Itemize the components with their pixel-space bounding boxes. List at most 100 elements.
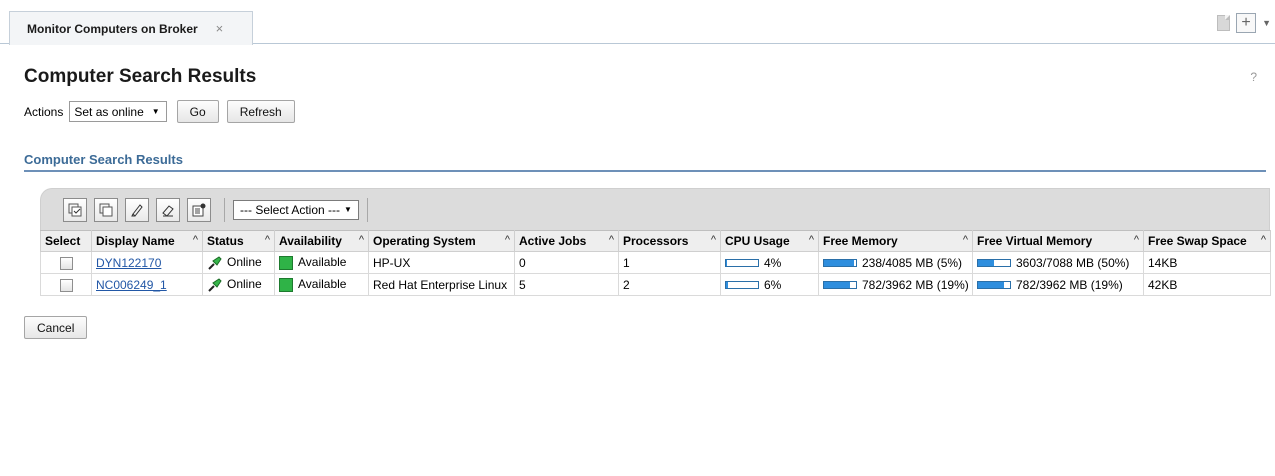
column-header-operating-system[interactable]: Operating System ^ (368, 230, 515, 252)
tab-bar: Monitor Computers on Broker × + ▼ (0, 0, 1275, 45)
sort-icon[interactable]: ^ (1261, 234, 1266, 246)
processors-cell: 1 (618, 251, 721, 274)
table-row: NC006249_1 Online Available Red Hat Ente… (40, 273, 1271, 296)
table-row: DYN122170 Online Available HP-UX 0 1 4% … (40, 251, 1271, 274)
column-header-processors[interactable]: Processors ^ (618, 230, 721, 252)
bar-fill (978, 260, 994, 267)
free-virtual-memory-bar (977, 259, 1011, 268)
select-action-dropdown[interactable]: --- Select Action --- ▼ (233, 199, 359, 220)
available-icon (279, 277, 293, 292)
free-memory-bar (823, 281, 857, 290)
bar-fill (726, 282, 728, 289)
free-virtual-memory-cell: 782/3962 MB (19%) (972, 273, 1144, 296)
go-button[interactable]: Go (176, 100, 219, 123)
column-header-label: Operating System (373, 234, 476, 248)
column-header-label: Availability (279, 234, 342, 248)
cpu-usage-cell: 4% (720, 251, 819, 274)
row-checkbox[interactable] (59, 256, 73, 270)
sort-icon[interactable]: ^ (963, 234, 968, 246)
sort-icon[interactable]: ^ (609, 234, 614, 246)
refresh-button[interactable]: Refresh (226, 100, 295, 123)
plug-icon (208, 255, 222, 270)
free-swap-cell: 42KB (1143, 273, 1271, 296)
available-icon (279, 255, 293, 270)
free-virtual-memory-text: 3603/7088 MB (50%) (1016, 255, 1130, 270)
bar-fill (978, 282, 1004, 289)
chevron-down-icon: ▼ (344, 205, 352, 214)
toolbar-divider (366, 197, 368, 222)
table-toolbar: --- Select Action --- ▼ (40, 188, 1270, 230)
sort-icon[interactable]: ^ (809, 234, 814, 246)
column-header-active-jobs[interactable]: Active Jobs ^ (514, 230, 619, 252)
chevron-down-icon: ▼ (151, 107, 160, 116)
column-header-label: Display Name (96, 234, 175, 248)
edit-icon[interactable] (125, 197, 149, 222)
computer-link[interactable]: DYN122170 (96, 256, 161, 270)
column-header-display-name[interactable]: Display Name ^ (91, 230, 203, 252)
cpu-usage-bar (725, 281, 759, 290)
actions-select-value: Set as online (74, 104, 144, 119)
close-icon[interactable]: × (216, 21, 224, 36)
sort-icon[interactable]: ^ (711, 234, 716, 246)
column-header-cpu-usage[interactable]: CPU Usage ^ (720, 230, 819, 252)
column-header-label: Free Virtual Memory (977, 234, 1093, 248)
chevron-down-icon[interactable]: ▼ (1262, 18, 1271, 28)
actions-label: Actions (24, 104, 64, 119)
column-header-select[interactable]: Select (40, 230, 92, 252)
free-virtual-memory-bar (977, 281, 1011, 290)
section-title: Computer Search Results (24, 152, 183, 167)
add-tab-button[interactable]: + (1236, 13, 1257, 33)
column-header-label: Status (207, 234, 244, 248)
toolbar-divider (224, 197, 225, 222)
status-cell: Online (202, 273, 275, 296)
column-header-free-virtual-memory[interactable]: Free Virtual Memory ^ (972, 230, 1144, 252)
row-select-cell (40, 251, 92, 274)
results-table-container: --- Select Action --- ▼ Select Display N… (40, 188, 1271, 296)
cpu-usage-text: 4% (764, 255, 782, 270)
eraser-icon[interactable] (156, 197, 180, 222)
status-text: Online (227, 276, 262, 291)
cancel-button[interactable]: Cancel (24, 316, 88, 339)
active-jobs-cell: 0 (514, 251, 619, 274)
page-title: Computer Search Results (24, 66, 257, 87)
page-icon[interactable] (1217, 15, 1231, 31)
table-header-row: Select Display Name ^ Status ^ Availabilit… (40, 230, 1271, 252)
column-header-label: Processors (623, 234, 689, 248)
column-header-free-swap-space[interactable]: Free Swap Space ^ (1143, 230, 1271, 252)
column-header-label: Active Jobs (519, 234, 587, 248)
free-memory-text: 782/3962 MB (19%) (862, 277, 969, 292)
processors-cell: 2 (618, 273, 721, 296)
column-header-free-memory[interactable]: Free Memory ^ (818, 230, 973, 252)
sort-icon[interactable]: ^ (1134, 234, 1139, 246)
sort-icon[interactable]: ^ (505, 234, 510, 246)
select-action-label: --- Select Action --- (240, 202, 341, 217)
bar-fill (824, 282, 850, 289)
settings-icon[interactable] (187, 197, 211, 222)
column-header-availability[interactable]: Availability ^ (274, 230, 369, 252)
column-header-status[interactable]: Status ^ (202, 230, 275, 252)
plug-icon (208, 277, 222, 292)
sort-icon[interactable]: ^ (265, 234, 270, 246)
computer-link[interactable]: NC006249_1 (96, 278, 167, 292)
free-virtual-memory-text: 782/3962 MB (19%) (1016, 277, 1123, 292)
help-icon[interactable]: ? (1250, 70, 1257, 84)
availability-cell: Available (274, 251, 369, 274)
os-cell: Red Hat Enterprise Linux (368, 273, 515, 296)
bar-fill (726, 260, 728, 267)
status-cell: Online (202, 251, 275, 274)
display-name-cell: NC006249_1 (91, 273, 203, 296)
sort-icon[interactable]: ^ (193, 234, 198, 246)
cpu-usage-bar (725, 259, 759, 268)
results-table: Select Display Name ^ Status ^ Availabilit… (40, 230, 1271, 296)
free-memory-bar (823, 259, 857, 268)
row-select-cell (40, 273, 92, 296)
actions-row: Actions Set as online ▼ Go Refresh (24, 100, 303, 123)
active-jobs-cell: 5 (514, 273, 619, 296)
actions-select[interactable]: Set as online ▼ (69, 101, 167, 122)
tab-monitor-computers[interactable]: Monitor Computers on Broker × (9, 11, 253, 45)
section-divider (24, 170, 1266, 172)
row-checkbox[interactable] (59, 278, 73, 292)
select-all-icon[interactable] (63, 197, 87, 222)
deselect-all-icon[interactable] (94, 197, 118, 222)
sort-icon[interactable]: ^ (359, 234, 364, 246)
